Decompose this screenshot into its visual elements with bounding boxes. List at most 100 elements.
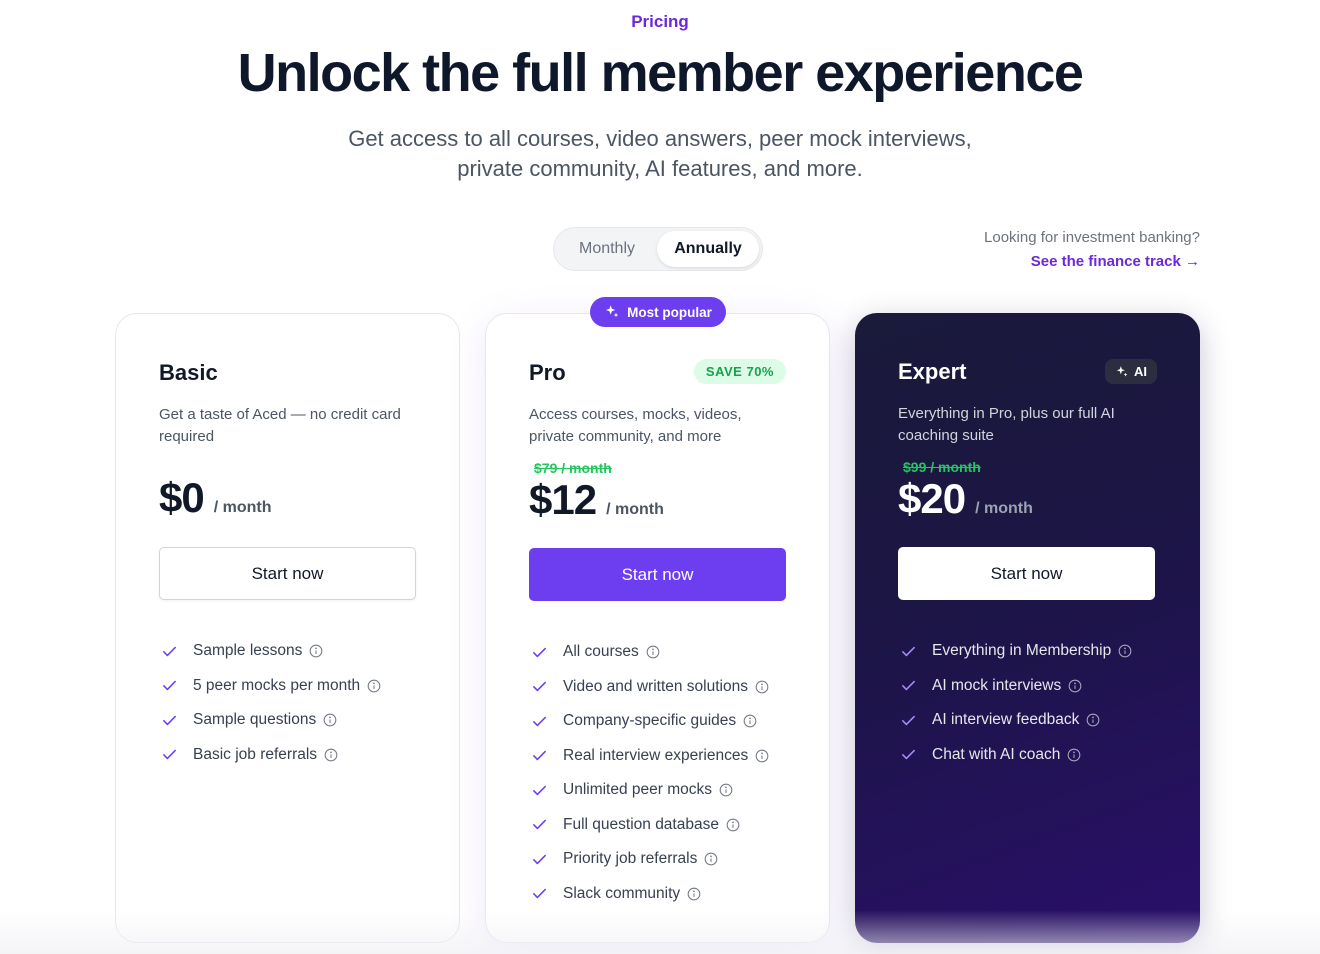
plan-name: Pro (529, 360, 566, 385)
check-icon (898, 676, 918, 696)
check-icon (159, 676, 179, 696)
feature-item: All courses (529, 635, 769, 670)
plan-price: $12 / month (529, 476, 664, 524)
check-icon (159, 710, 179, 730)
price-period: / month (213, 499, 272, 516)
feature-list: Sample lessons 5 peer mocks per month Samp… (159, 634, 381, 772)
billing-monthly-option[interactable]: Monthly (557, 231, 657, 267)
feature-list: All courses Video and written solutions Co… (529, 635, 769, 911)
info-icon[interactable] (367, 679, 381, 693)
feature-item: Chat with AI coach (898, 738, 1132, 773)
feature-item: Company-specific guides (529, 704, 769, 739)
info-icon[interactable] (1086, 713, 1100, 727)
check-icon (529, 642, 549, 662)
feature-item: Sample lessons (159, 634, 381, 669)
finance-track-promo: Looking for investment banking? See the … (984, 228, 1200, 274)
sparkle-icon (1115, 365, 1129, 379)
finance-track-link[interactable]: See the finance track → (1031, 250, 1200, 274)
feature-label: AI interview feedback (932, 711, 1080, 729)
start-now-button-expert[interactable]: Start now (898, 547, 1155, 600)
plan-price: $0 / month (159, 474, 271, 522)
plan-card-expert: Expert AI Everything in Pro, plus our fu… (855, 313, 1200, 943)
info-icon[interactable] (726, 818, 740, 832)
feature-label: Sample questions (193, 711, 317, 729)
info-icon[interactable] (646, 645, 660, 659)
feature-item: AI interview feedback (898, 703, 1132, 738)
info-icon[interactable] (743, 714, 757, 728)
plan-name: Basic (159, 360, 218, 385)
feature-item: Video and written solutions (529, 670, 769, 705)
feature-item: Full question database (529, 808, 769, 843)
plan-card-pro: Pro SAVE 70% Access courses, mocks, vide… (485, 313, 830, 943)
feature-item: Slack community (529, 877, 769, 912)
plan-price: $20 / month (898, 475, 1033, 523)
info-icon[interactable] (323, 713, 337, 727)
feature-label: Priority job referrals (563, 850, 698, 868)
subtitle-line-1: Get access to all courses, video answers… (348, 126, 972, 151)
page-subtitle: Get access to all courses, video answers… (310, 124, 1010, 184)
start-now-button-pro[interactable]: Start now (529, 548, 786, 601)
feature-item: Real interview experiences (529, 739, 769, 774)
info-icon[interactable] (1068, 679, 1082, 693)
feature-label: Unlimited peer mocks (563, 781, 713, 799)
ai-badge: AI (1105, 359, 1157, 384)
info-icon[interactable] (324, 748, 338, 762)
info-icon[interactable] (755, 680, 769, 694)
finance-question: Looking for investment banking? (984, 229, 1200, 246)
original-price: $79 / month (534, 460, 612, 476)
check-icon (159, 641, 179, 661)
feature-label: Video and written solutions (563, 677, 748, 695)
info-icon[interactable] (704, 852, 718, 866)
info-icon[interactable] (309, 644, 323, 658)
feature-item: Sample questions (159, 703, 381, 738)
plan-description: Get a taste of Aced — no credit card req… (159, 406, 401, 445)
price-period: / month (975, 500, 1033, 517)
feature-label: Basic job referrals (193, 745, 318, 763)
price-period: / month (606, 501, 664, 518)
page-eyebrow: Pricing (631, 12, 689, 31)
plan-description: Access courses, mocks, videos, private c… (529, 406, 742, 445)
check-icon (529, 780, 549, 800)
plan-description: Everything in Pro, plus our full AI coac… (898, 405, 1115, 444)
feature-item: Everything in Membership (898, 634, 1132, 669)
feature-label: Everything in Membership (932, 642, 1112, 660)
feature-label: Chat with AI coach (932, 745, 1061, 763)
billing-annually-option[interactable]: Annually (657, 231, 759, 267)
check-icon (529, 849, 549, 869)
billing-toggle: Monthly Annually (553, 227, 763, 271)
feature-label: Slack community (563, 884, 681, 902)
price-amount: $12 (529, 476, 597, 523)
check-icon (529, 677, 549, 697)
feature-list: Everything in Membership AI mock intervie… (898, 634, 1132, 772)
most-popular-label: Most popular (627, 304, 712, 320)
check-icon (898, 745, 918, 765)
original-price: $99 / month (903, 459, 981, 475)
info-icon[interactable] (1067, 748, 1081, 762)
feature-item: AI mock interviews (898, 669, 1132, 704)
feature-label: Company-specific guides (563, 712, 737, 730)
page-title: Unlock the full member experience (237, 43, 1084, 103)
plan-card-basic: Basic Get a taste of Aced — no credit ca… (115, 313, 460, 943)
check-icon (159, 745, 179, 765)
info-icon[interactable] (719, 783, 733, 797)
sparkle-icon (604, 304, 620, 320)
ai-badge-label: AI (1134, 364, 1147, 379)
feature-label: AI mock interviews (932, 676, 1062, 694)
price-amount: $0 (159, 474, 205, 521)
info-icon[interactable] (1118, 644, 1132, 658)
check-icon (529, 815, 549, 835)
info-icon[interactable] (755, 749, 769, 763)
check-icon (898, 710, 918, 730)
most-popular-badge: Most popular (590, 297, 726, 327)
info-icon[interactable] (687, 887, 701, 901)
feature-item: 5 peer mocks per month (159, 669, 381, 704)
feature-label: Real interview experiences (563, 746, 749, 764)
feature-label: All courses (563, 643, 639, 661)
start-now-button-basic[interactable]: Start now (159, 547, 416, 600)
feature-label: Full question database (563, 815, 719, 833)
save-badge: SAVE 70% (693, 359, 786, 384)
feature-item: Basic job referrals (159, 738, 381, 773)
check-icon (529, 884, 549, 904)
feature-item: Priority job referrals (529, 842, 769, 877)
feature-label: Sample lessons (193, 642, 303, 660)
